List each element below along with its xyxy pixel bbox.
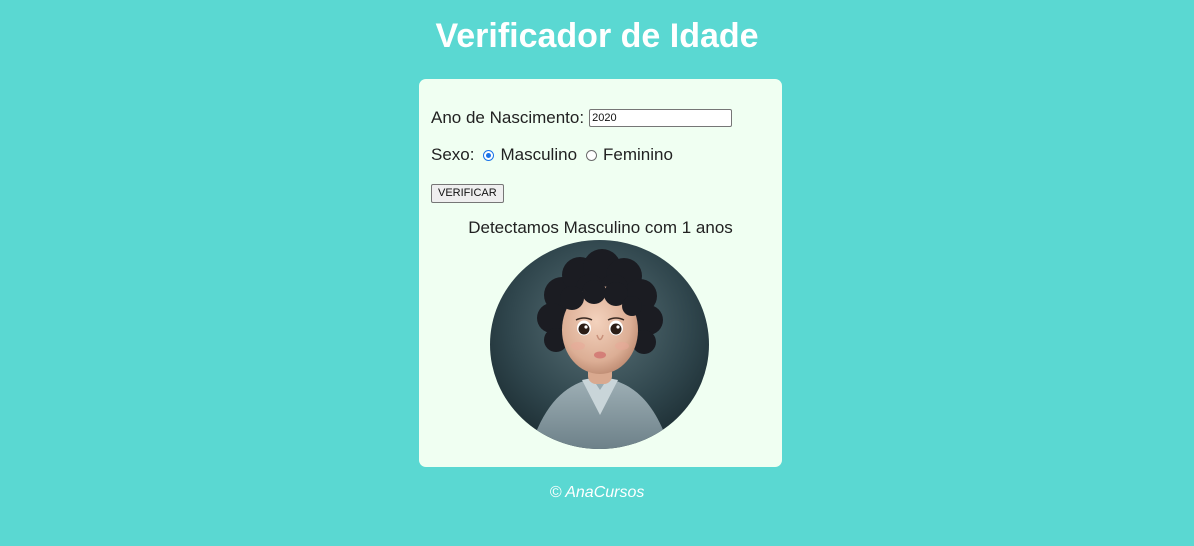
- sex-label: Sexo:: [431, 145, 475, 164]
- female-radio-label[interactable]: Feminino: [603, 145, 673, 165]
- male-radio[interactable]: [483, 149, 495, 161]
- birth-year-label: Ano de Nascimento:: [431, 108, 585, 127]
- result-text: Detectamos Masculino com 1 anos: [468, 218, 733, 237]
- result-photo: [490, 240, 709, 449]
- birth-year-input[interactable]: [589, 109, 733, 127]
- verifier-card: Ano de Nascimento: Sexo: Masculino Femin…: [419, 79, 782, 467]
- page-title: Verificador de Idade: [435, 17, 759, 55]
- birth-year-row: Ano de Nascimento:: [431, 108, 733, 128]
- footer-credit: © AnaCursos: [549, 484, 645, 501]
- sex-row: Sexo: Masculino Feminino: [431, 145, 673, 165]
- verify-button[interactable]: VERIFICAR: [431, 184, 504, 203]
- male-radio-label[interactable]: Masculino: [500, 145, 577, 165]
- female-radio[interactable]: [586, 149, 598, 161]
